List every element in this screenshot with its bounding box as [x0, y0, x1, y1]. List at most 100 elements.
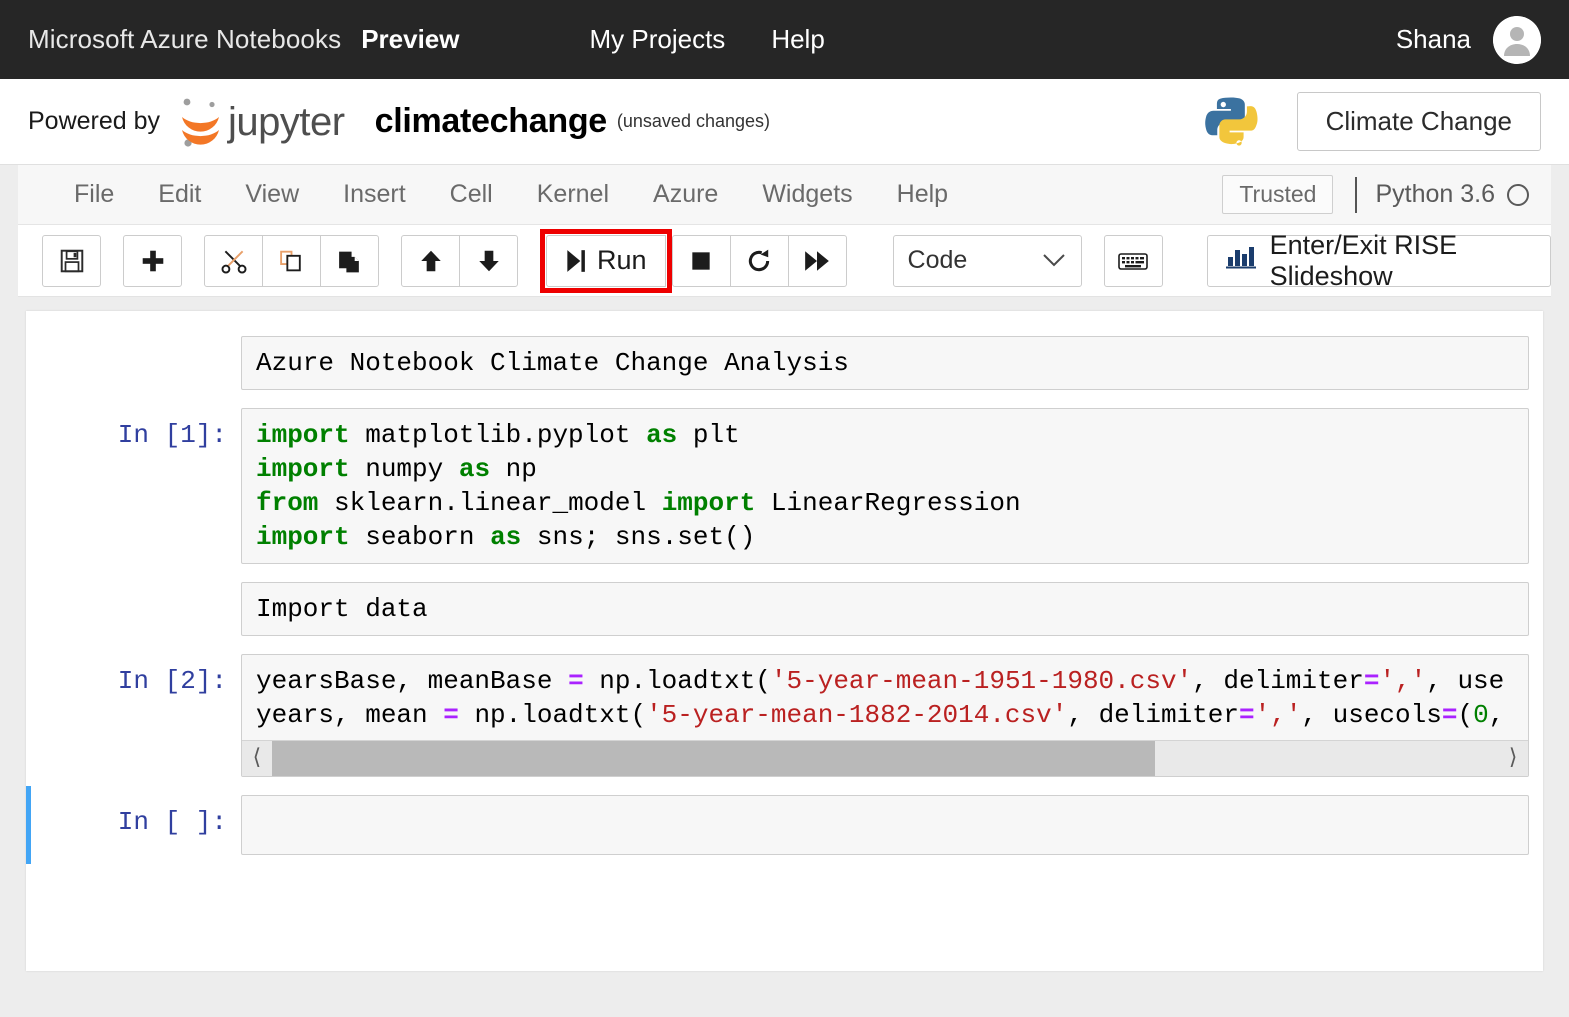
- nav-my-projects[interactable]: My Projects: [590, 24, 726, 55]
- copy-icon: [280, 250, 301, 271]
- menu-view[interactable]: View: [223, 174, 321, 215]
- azure-brand-label: Microsoft Azure Notebooks: [28, 24, 342, 54]
- chevron-left-icon[interactable]: ⟨: [242, 747, 272, 770]
- paste-icon: [339, 251, 359, 272]
- kernel-name-label: Python 3.6: [1375, 180, 1495, 208]
- account-username: Shana: [1395, 24, 1471, 54]
- scissors-icon: [221, 250, 246, 273]
- azure-nav: My Projects Help: [590, 24, 825, 55]
- jupyter-header-right: Climate Change: [1203, 92, 1541, 151]
- rise-slideshow-button[interactable]: Enter/Exit RISE Slideshow: [1206, 230, 1551, 291]
- menu-cell[interactable]: Cell: [428, 174, 515, 215]
- menu-help[interactable]: Help: [875, 174, 970, 215]
- run-button[interactable]: Run: [546, 234, 666, 287]
- keyboard-shortcuts-group: [1103, 234, 1163, 287]
- code-line: import matplotlib.pyplot as plt: [256, 420, 740, 450]
- nav-help[interactable]: Help: [771, 24, 824, 55]
- cell-prompt: In [ ]:: [117, 807, 227, 837]
- menu-edit[interactable]: Edit: [136, 174, 223, 215]
- run-button-label: Run: [597, 245, 647, 275]
- kernel-control-group: [671, 234, 847, 287]
- arrow-down-icon: [478, 250, 499, 271]
- rise-slideshow-label: Enter/Exit RISE Slideshow: [1269, 229, 1458, 291]
- restart-circular-arrow-icon: [748, 249, 770, 271]
- scrollbar-track[interactable]: [272, 741, 1498, 776]
- kernel-idle-circle-icon: [1507, 183, 1529, 206]
- move-cell-down-button[interactable]: [459, 234, 518, 287]
- move-cell-up-button[interactable]: [401, 234, 460, 287]
- notebook-cell-markdown-title[interactable]: Azure Notebook Climate Change Analysis: [26, 327, 1543, 399]
- paste-button[interactable]: [320, 234, 379, 287]
- cell-prompt: [61, 336, 241, 348]
- jupyter-wordmark: jupyter: [228, 99, 345, 144]
- cell-type-value: Code: [907, 246, 968, 274]
- restart-kernel-button[interactable]: [729, 234, 789, 287]
- add-plus-icon: [142, 250, 163, 271]
- notebook-paper: Azure Notebook Climate Change Analysis I…: [26, 311, 1543, 971]
- run-play-bar-icon: [567, 249, 585, 272]
- menu-file[interactable]: File: [52, 174, 136, 215]
- fast-forward-icon: [805, 250, 829, 271]
- jupyter-mark-icon: [182, 98, 220, 147]
- code-line: yearsBase, meanBase = np.loadtxt('5-year…: [256, 666, 1505, 696]
- notebook-cell-empty-selected[interactable]: In [ ]:: [26, 786, 1543, 864]
- code-line: from sklearn.linear_model import LinearR…: [256, 488, 1021, 518]
- run-button-highlight: Run: [540, 228, 672, 293]
- powered-by-label: Powered by: [28, 107, 161, 135]
- insert-cell-below-button[interactable]: [123, 234, 182, 287]
- azure-top-bar: Microsoft Azure Notebooks Preview My Pro…: [0, 0, 1569, 79]
- project-button[interactable]: Climate Change: [1296, 92, 1541, 151]
- code-line: import seaborn as sns; sns.set(): [256, 522, 756, 552]
- menu-bar: File Edit View Insert Cell Kernel Azure …: [18, 165, 1551, 225]
- scrollbar-thumb[interactable]: [272, 741, 1155, 776]
- jupyter-header: Powered by jupyter climatechange (unsave…: [0, 79, 1569, 165]
- keyboard-icon: [1118, 252, 1148, 270]
- menu-widgets[interactable]: Widgets: [740, 174, 874, 215]
- code-line: years, mean = np.loadtxt('5-year-mean-18…: [256, 700, 1505, 730]
- cell-horizontal-scrollbar[interactable]: ⟨ ⟩: [242, 740, 1528, 776]
- notebook-toolbar: Run Code Enter/Exit RISE Slideshow: [18, 225, 1551, 297]
- chevron-down-icon: [1041, 246, 1067, 275]
- python-logo-icon: [1203, 94, 1259, 150]
- cell-input-code[interactable]: yearsBase, meanBase = np.loadtxt('5-year…: [241, 654, 1529, 777]
- save-group: [42, 234, 101, 287]
- trusted-badge[interactable]: Trusted: [1222, 175, 1334, 214]
- cell-input-markdown[interactable]: Azure Notebook Climate Change Analysis: [241, 336, 1529, 390]
- copy-button[interactable]: [262, 234, 321, 287]
- notebook-cell-code-imports[interactable]: In [1]: import matplotlib.pyplot as plt …: [26, 399, 1543, 573]
- cell-input-code[interactable]: import matplotlib.pyplot as plt import n…: [241, 408, 1529, 564]
- bar-chart-icon: [1225, 244, 1256, 277]
- interrupt-kernel-button[interactable]: [671, 234, 731, 287]
- cell-type-select[interactable]: Code: [892, 234, 1082, 287]
- cut-button[interactable]: [204, 234, 263, 287]
- cell-prompt: In [2]:: [117, 666, 227, 696]
- user-avatar-icon[interactable]: [1493, 15, 1541, 64]
- cell-input-markdown[interactable]: Import data: [241, 582, 1529, 636]
- save-floppy-icon: [60, 249, 83, 272]
- edit-group: [204, 234, 379, 287]
- insert-cell-group: [123, 234, 182, 287]
- chevron-right-icon[interactable]: ⟩: [1498, 747, 1528, 770]
- notebook-cell-code-loadtxt[interactable]: In [2]: yearsBase, meanBase = np.loadtxt…: [26, 645, 1543, 786]
- menu-azure[interactable]: Azure: [631, 174, 740, 215]
- menu-bar-right: Trusted Python 3.6: [1222, 175, 1551, 214]
- keyboard-shortcuts-button[interactable]: [1103, 234, 1163, 287]
- stop-square-icon: [692, 251, 710, 270]
- notebook-name[interactable]: climatechange: [375, 102, 608, 141]
- cell-input-code[interactable]: [241, 795, 1529, 855]
- notebook-scroll-area[interactable]: Azure Notebook Climate Change Analysis I…: [0, 297, 1569, 1016]
- move-group: [401, 234, 518, 287]
- save-button[interactable]: [42, 234, 101, 287]
- cell-prompt: In [1]:: [117, 420, 227, 450]
- kernel-indicator[interactable]: Python 3.6: [1355, 176, 1529, 213]
- menu-kernel[interactable]: Kernel: [515, 174, 631, 215]
- azure-account-area: Shana: [1395, 15, 1541, 64]
- menu-insert[interactable]: Insert: [321, 174, 428, 215]
- restart-run-all-button[interactable]: [787, 234, 847, 287]
- code-line: import numpy as np: [256, 454, 537, 484]
- jupyter-logo[interactable]: jupyter: [174, 93, 345, 151]
- notebook-cell-markdown-import-data[interactable]: Import data: [26, 573, 1543, 645]
- cell-text: Azure Notebook Climate Change Analysis: [256, 348, 849, 378]
- azure-preview-label: Preview: [361, 24, 460, 54]
- cell-text: Import data: [256, 594, 428, 624]
